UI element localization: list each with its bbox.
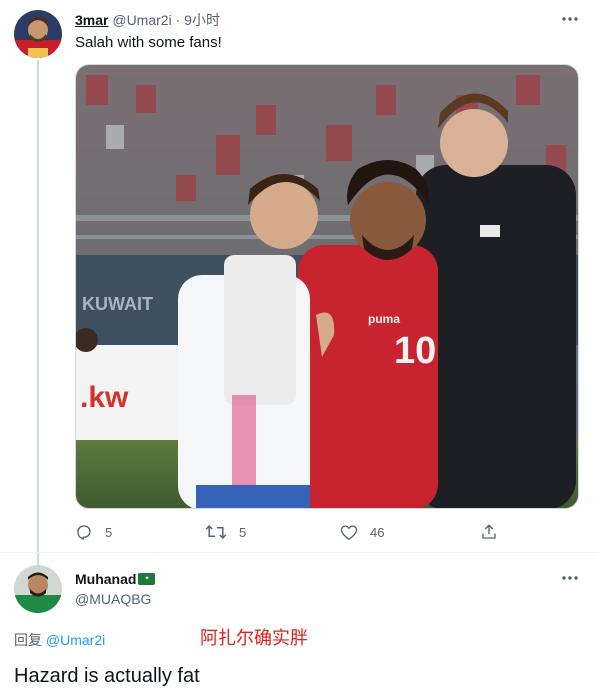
reply-count: 5 [105,524,113,540]
tweet-time[interactable]: 9小时 [184,12,220,28]
svg-text:puma: puma [368,312,400,326]
like-count: 46 [370,524,385,540]
reply-button[interactable]: 5 [75,520,112,544]
tweet-text: Salah with some fans! [75,34,222,51]
author-display-name[interactable]: Muhanad ✦ [75,570,156,588]
reply-icon [77,525,91,540]
avatar[interactable] [14,10,62,58]
svg-text:KUWAIT: KUWAIT [82,294,153,314]
author-handle[interactable]: @Umar2i [112,12,171,28]
retweet-count: 5 [239,524,247,540]
more-options-button[interactable] [558,9,582,29]
flag-badge: ✦ [138,573,156,585]
retweet-button[interactable]: 5 [205,520,246,544]
author-handle[interactable]: @MUAQBG [75,590,151,608]
share-icon [482,524,496,539]
like-button[interactable]: 46 [340,520,384,544]
author-display-name[interactable]: 3mar [75,12,108,28]
tweet-header: 3mar @Umar2i · 9小时 [75,11,220,29]
svg-text:.kw: .kw [80,381,129,414]
replying-to-label: 回复 [14,632,42,648]
translation-annotation: 阿扎尔确实胖 [200,628,308,649]
photo-icon: KUWAIT .kw 10 puma [76,65,578,508]
share-button[interactable] [480,520,510,544]
svg-text:10: 10 [394,330,436,372]
avatar-icon [14,10,62,58]
more-dots-icon [562,576,578,580]
heart-icon [340,524,358,540]
tweet-actions: 5 5 46 [75,520,515,544]
retweet-icon [205,524,227,540]
avatar[interactable] [14,565,62,613]
tweet-divider [0,552,598,553]
replying-to-handle[interactable]: @Umar2i [46,632,105,648]
thread-connector-line [37,60,39,565]
avatar-icon [14,565,62,613]
replying-to: 回复 @Umar2i [14,631,105,649]
tweet-text: Hazard is actually fat [14,665,200,687]
more-options-button[interactable] [558,568,582,588]
tweet-photo[interactable]: KUWAIT .kw 10 puma [75,64,579,509]
author-name-text: Muhanad [75,571,137,587]
time-separator: · [171,12,185,28]
more-dots-icon [562,17,578,21]
